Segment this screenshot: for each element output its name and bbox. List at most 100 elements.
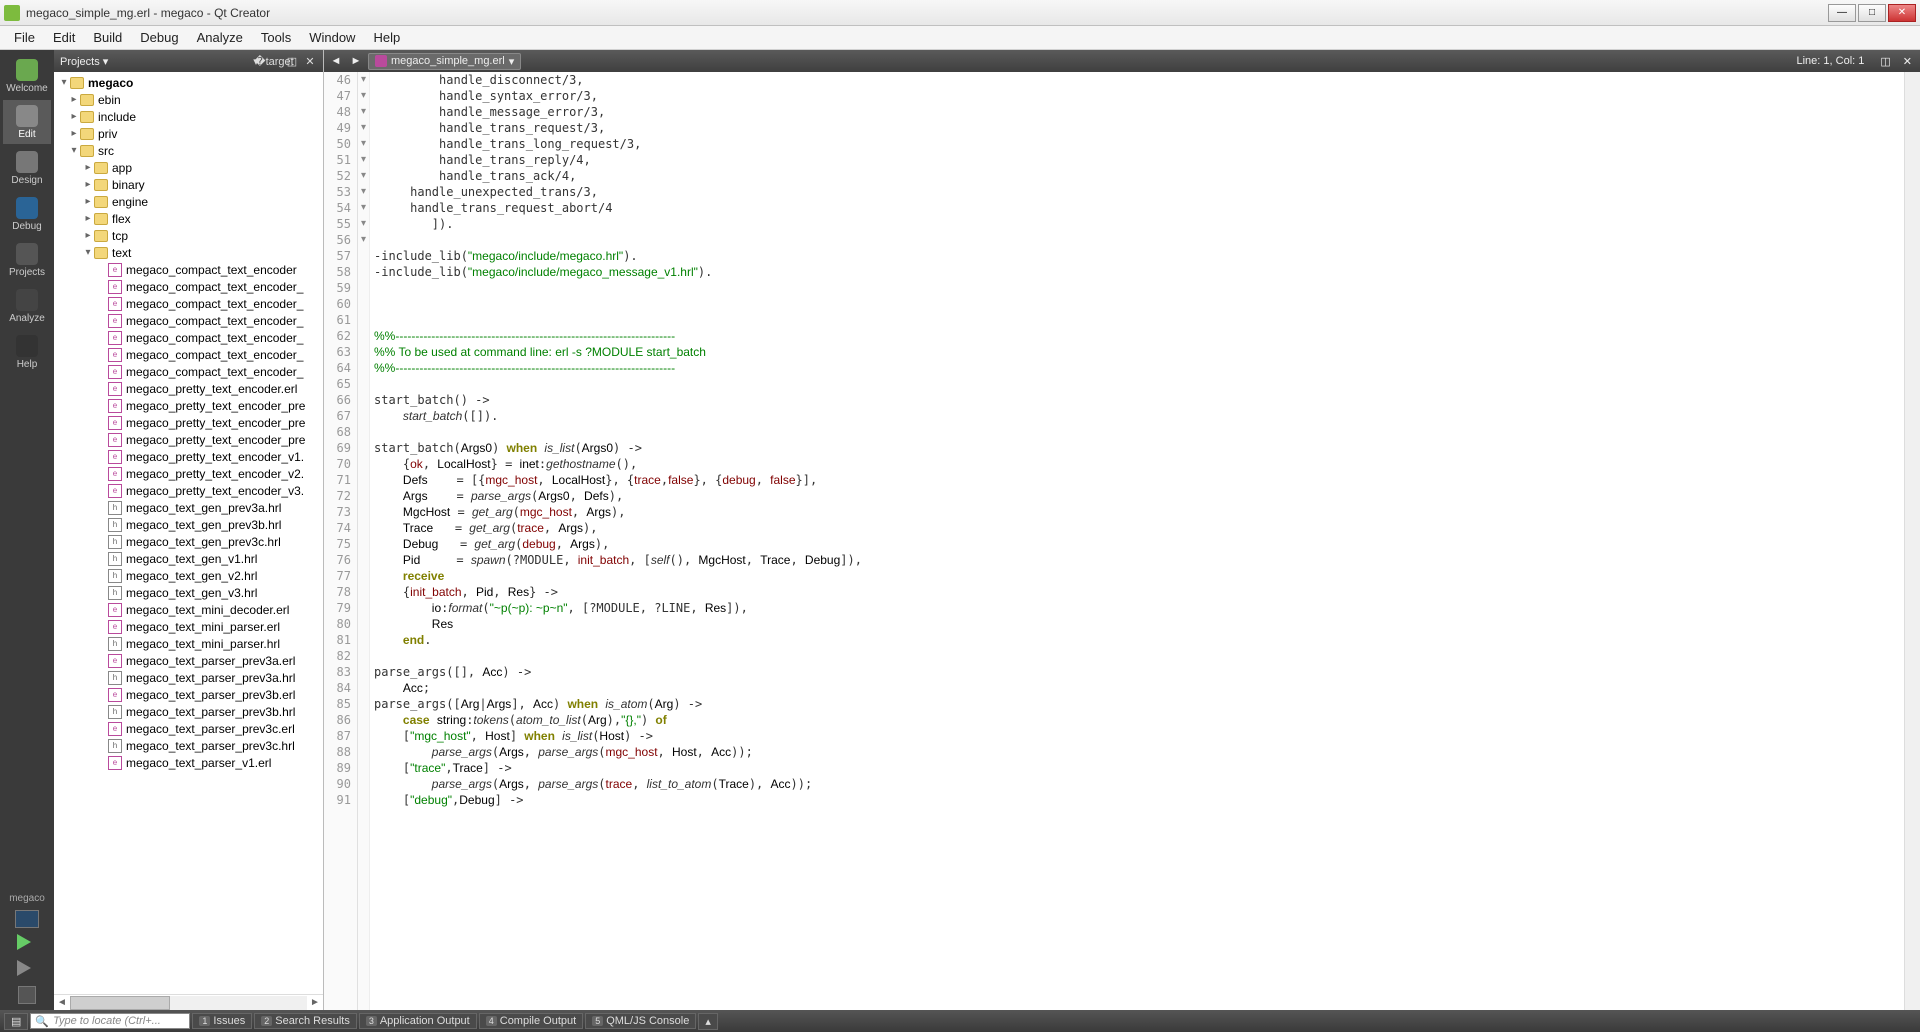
projects-icon — [16, 243, 38, 265]
editor-close-icon[interactable]: ✕ — [1899, 55, 1916, 68]
tree-folder-binary[interactable]: ▸binary — [54, 176, 323, 193]
tree-folder-engine[interactable]: ▸engine — [54, 193, 323, 210]
menu-debug[interactable]: Debug — [132, 28, 186, 47]
tree-file[interactable]: emegaco_compact_text_encoder_ — [54, 295, 323, 312]
tree-file[interactable]: hmegaco_text_gen_v3.hrl — [54, 584, 323, 601]
mode-edit[interactable]: Edit — [3, 100, 51, 144]
mode-projects[interactable]: Projects — [3, 238, 51, 282]
editor-vscrollbar[interactable] — [1904, 72, 1920, 1010]
tree-file[interactable]: emegaco_pretty_text_encoder.erl — [54, 380, 323, 397]
target-project-label[interactable]: megaco — [9, 893, 45, 904]
build-button[interactable] — [18, 986, 36, 1004]
tree-file[interactable]: emegaco_pretty_text_encoder_pre — [54, 431, 323, 448]
monitor-icon[interactable] — [15, 910, 39, 928]
tree-hscrollbar[interactable]: ◄ ► — [54, 994, 323, 1010]
mode-design[interactable]: Design — [3, 146, 51, 190]
mode-analyze[interactable]: Analyze — [3, 284, 51, 328]
tree-folder-flex[interactable]: ▸flex — [54, 210, 323, 227]
run-debug-button[interactable] — [17, 960, 37, 980]
tree-file[interactable]: emegaco_text_parser_prev3c.erl — [54, 720, 323, 737]
tree-file[interactable]: emegaco_text_mini_decoder.erl — [54, 601, 323, 618]
tree-file[interactable]: hmegaco_text_parser_prev3c.hrl — [54, 737, 323, 754]
fold-gutter[interactable]: ▾ ▾ ▾ ▾ ▾ ▾ ▾ ▾ ▾ ▾ ▾ — [358, 72, 370, 1010]
tree-file[interactable]: hmegaco_text_gen_prev3b.hrl — [54, 516, 323, 533]
tree-file[interactable]: emegaco_pretty_text_encoder_pre — [54, 397, 323, 414]
open-file-selector[interactable]: megaco_simple_mg.erl ▾ — [368, 53, 521, 70]
output-tab-application-output[interactable]: 3Application Output — [359, 1013, 477, 1029]
maximize-button[interactable]: □ — [1858, 4, 1886, 22]
tree-file[interactable]: emegaco_compact_text_encoder_ — [54, 329, 323, 346]
tree-file[interactable]: emegaco_compact_text_encoder_ — [54, 312, 323, 329]
output-tab-qml-js-console[interactable]: 5QML/JS Console — [585, 1013, 696, 1029]
tree-file[interactable]: hmegaco_text_parser_prev3a.hrl — [54, 669, 323, 686]
tree-file[interactable]: emegaco_pretty_text_encoder_v3. — [54, 482, 323, 499]
output-tab-search-results[interactable]: 2Search Results — [254, 1013, 357, 1029]
scroll-thumb[interactable] — [70, 996, 170, 1010]
tree-folder-include[interactable]: ▸include — [54, 108, 323, 125]
tree-folder-priv[interactable]: ▸priv — [54, 125, 323, 142]
nav-back-icon[interactable]: ◄ — [328, 55, 344, 67]
line-number-gutter: 46 47 48 49 50 51 52 53 54 55 56 57 58 5… — [324, 72, 358, 1010]
tree-file[interactable]: hmegaco_text_gen_v1.hrl — [54, 550, 323, 567]
tree-file[interactable]: emegaco_compact_text_encoder_ — [54, 278, 323, 295]
run-button[interactable] — [17, 934, 37, 954]
code-content[interactable]: handle_disconnect/3, handle_syntax_error… — [370, 72, 1904, 1010]
tree-file[interactable]: hmegaco_text_mini_parser.hrl — [54, 635, 323, 652]
tree-root[interactable]: ▾megaco — [54, 74, 323, 91]
minimize-button[interactable]: — — [1828, 4, 1856, 22]
tree-folder-tcp[interactable]: ▸tcp — [54, 227, 323, 244]
output-pane-menu-icon[interactable]: ▴ — [698, 1013, 718, 1030]
mode-help[interactable]: Help — [3, 330, 51, 374]
menu-window[interactable]: Window — [301, 28, 363, 47]
editor-split-icon[interactable]: ◫ — [1876, 55, 1894, 68]
code-editor[interactable]: 46 47 48 49 50 51 52 53 54 55 56 57 58 5… — [324, 72, 1920, 1010]
menu-build[interactable]: Build — [85, 28, 130, 47]
menu-tools[interactable]: Tools — [253, 28, 299, 47]
tree-file[interactable]: hmegaco_text_parser_prev3b.hrl — [54, 703, 323, 720]
mode-welcome[interactable]: Welcome — [3, 54, 51, 98]
menu-edit[interactable]: Edit — [45, 28, 83, 47]
tree-file[interactable]: emegaco_text_parser_prev3b.erl — [54, 686, 323, 703]
menu-analyze[interactable]: Analyze — [189, 28, 251, 47]
output-tab-compile-output[interactable]: 4Compile Output — [479, 1013, 583, 1029]
app-icon — [4, 5, 20, 21]
tree-file[interactable]: hmegaco_text_gen_prev3a.hrl — [54, 499, 323, 516]
tree-folder-app[interactable]: ▸app — [54, 159, 323, 176]
tree-folder-text[interactable]: ▾text — [54, 244, 323, 261]
tree-folder-src[interactable]: ▾src — [54, 142, 323, 159]
tree-file[interactable]: emegaco_pretty_text_encoder_pre — [54, 414, 323, 431]
menu-file[interactable]: File — [6, 28, 43, 47]
projects-pane: Projects ▾ �target ◫ ✕ ▾megaco▸ebin▸incl… — [54, 50, 324, 1010]
tree-file[interactable]: emegaco_compact_text_encoder_ — [54, 363, 323, 380]
menubar: FileEditBuildDebugAnalyzeToolsWindowHelp — [0, 26, 1920, 50]
pane-close-icon[interactable]: ✕ — [303, 54, 317, 68]
debug-icon — [16, 197, 38, 219]
locator-input[interactable]: 🔍 Type to locate (Ctrl+... — [30, 1013, 190, 1029]
welcome-icon — [16, 59, 38, 81]
tree-file[interactable]: emegaco_text_parser_prev3a.erl — [54, 652, 323, 669]
toggle-sidebar-button[interactable]: ▤ — [4, 1013, 28, 1030]
scroll-left-icon[interactable]: ◄ — [54, 997, 70, 1008]
scroll-right-icon[interactable]: ► — [307, 997, 323, 1008]
close-button[interactable]: ✕ — [1888, 4, 1916, 22]
tree-file[interactable]: emegaco_compact_text_encoder — [54, 261, 323, 278]
tree-file[interactable]: emegaco_text_mini_parser.erl — [54, 618, 323, 635]
tree-file[interactable]: hmegaco_text_gen_prev3c.hrl — [54, 533, 323, 550]
mode-debug[interactable]: Debug — [3, 192, 51, 236]
split-icon[interactable]: ◫ — [285, 54, 299, 68]
nav-fwd-icon[interactable]: ► — [348, 55, 364, 67]
chevron-down-icon: ▾ — [509, 55, 515, 68]
tree-file[interactable]: hmegaco_text_gen_v2.hrl — [54, 567, 323, 584]
output-tab-issues[interactable]: 1Issues — [192, 1013, 252, 1029]
tree-file[interactable]: emegaco_compact_text_encoder_ — [54, 346, 323, 363]
menu-help[interactable]: Help — [365, 28, 408, 47]
tree-file[interactable]: emegaco_text_parser_v1.erl — [54, 754, 323, 771]
sync-icon[interactable]: �target — [267, 54, 281, 68]
tree-file[interactable]: emegaco_pretty_text_encoder_v2. — [54, 465, 323, 482]
tree-file[interactable]: emegaco_pretty_text_encoder_v1. — [54, 448, 323, 465]
project-tree[interactable]: ▾megaco▸ebin▸include▸priv▾src▸app▸binary… — [54, 72, 323, 994]
tree-folder-ebin[interactable]: ▸ebin — [54, 91, 323, 108]
pane-selector[interactable]: Projects — [60, 55, 108, 68]
mode-bar: WelcomeEditDesignDebugProjectsAnalyzeHel… — [0, 50, 54, 1010]
output-pane-bar: ▤ 🔍 Type to locate (Ctrl+... 1Issues2Sea… — [0, 1010, 1920, 1032]
